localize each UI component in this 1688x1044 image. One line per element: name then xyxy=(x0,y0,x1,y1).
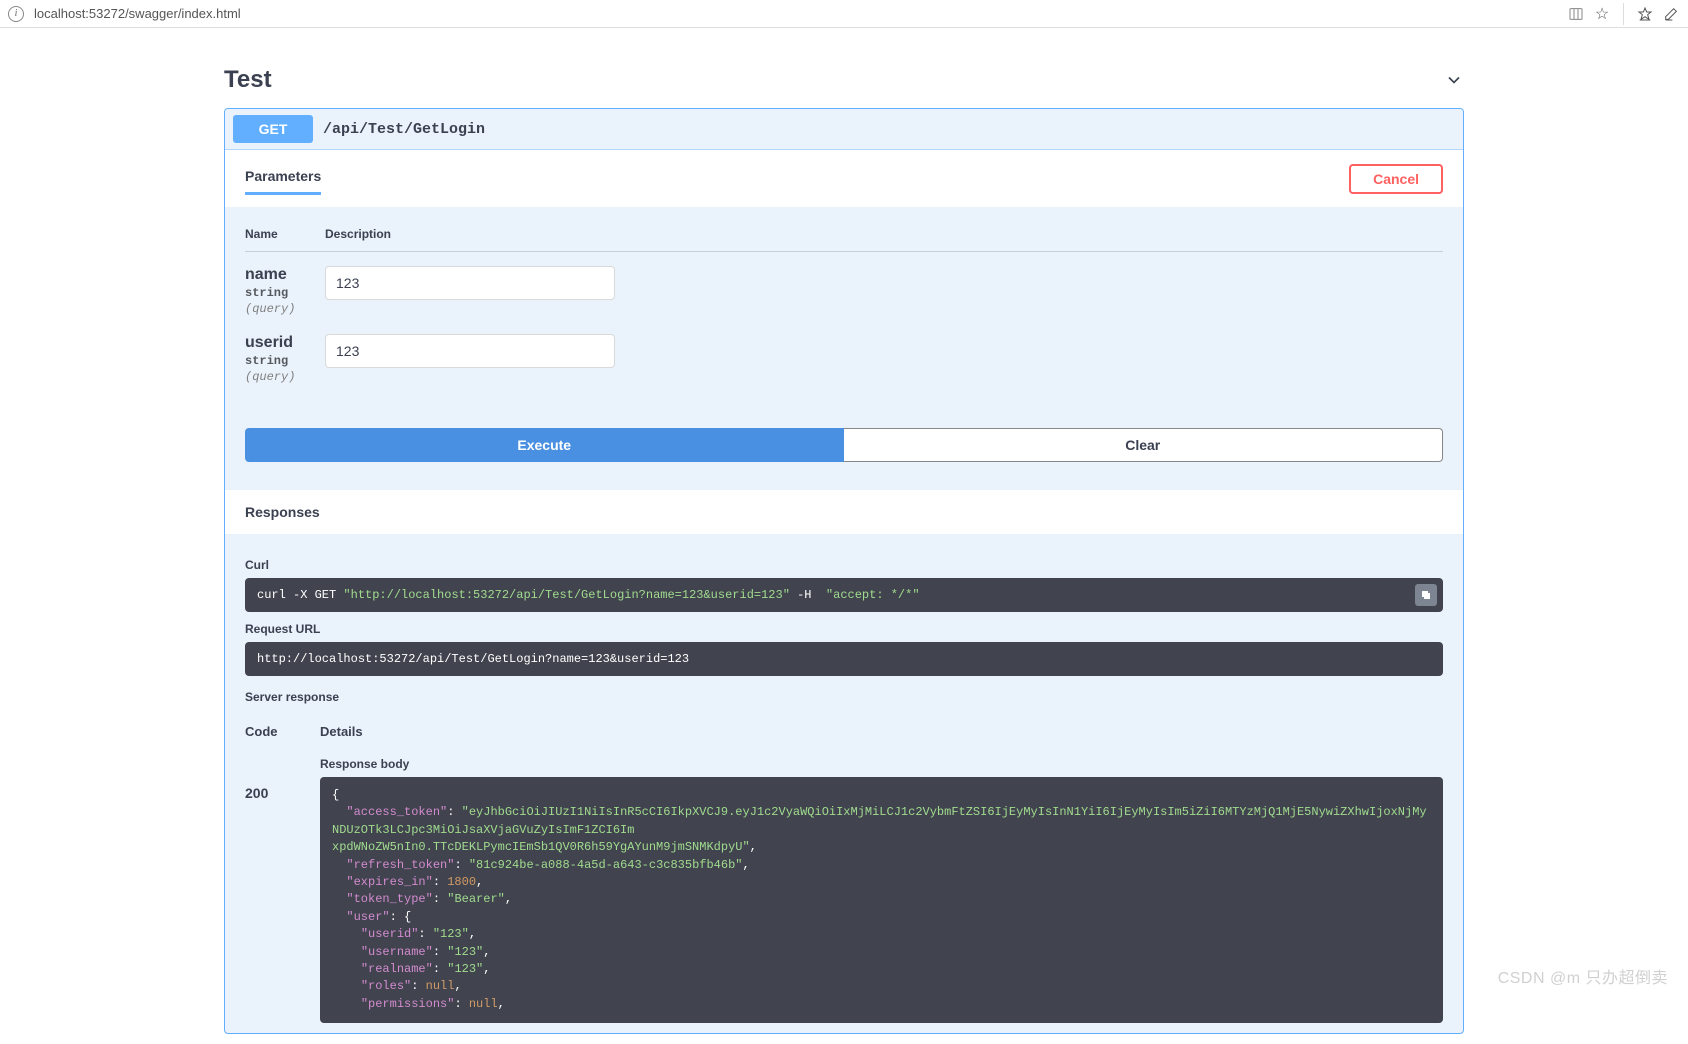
tag-title: Test xyxy=(224,66,272,94)
parameters-tab[interactable]: Parameters xyxy=(245,168,321,195)
param-name: userid xyxy=(245,334,325,352)
param-in: (query) xyxy=(245,302,325,316)
table-row: userid string (query) xyxy=(245,320,1443,388)
star-icon[interactable]: ☆ xyxy=(1593,5,1611,23)
col-desc-header: Description xyxy=(325,227,391,241)
favorites-icon[interactable] xyxy=(1636,5,1654,23)
json-username: 123 xyxy=(454,945,476,959)
param-name: name xyxy=(245,266,325,284)
watermark: CSDN @m 只办超倒卖 xyxy=(1498,964,1668,988)
parameters-header: Parameters Cancel xyxy=(225,150,1463,207)
json-expires: 1800 xyxy=(447,875,476,889)
param-type: string xyxy=(245,286,325,300)
url-input[interactable] xyxy=(30,4,1561,23)
param-input-userid[interactable] xyxy=(325,334,615,368)
request-url-block: http://localhost:53272/api/Test/GetLogin… xyxy=(245,642,1443,676)
code-header: Code xyxy=(245,724,320,739)
param-input-name[interactable] xyxy=(325,266,615,300)
parameters-table: Name Description name string (query) use… xyxy=(225,207,1463,408)
status-code: 200 xyxy=(245,757,320,801)
operation-path: /api/Test/GetLogin xyxy=(323,121,485,138)
details-header: Details xyxy=(320,724,363,739)
param-in: (query) xyxy=(245,370,325,384)
clear-button[interactable]: Clear xyxy=(844,428,1444,462)
execute-button[interactable]: Execute xyxy=(245,428,844,462)
response-row: 200 Response body { "access_token": "eyJ… xyxy=(245,747,1443,1033)
json-userid: 123 xyxy=(440,927,462,941)
param-type: string xyxy=(245,354,325,368)
json-roles: null xyxy=(426,979,455,993)
tag-header[interactable]: Test xyxy=(224,58,1464,108)
response-body-label: Response body xyxy=(320,757,1443,771)
method-badge: GET xyxy=(233,115,313,143)
chevron-down-icon[interactable] xyxy=(1444,70,1464,90)
server-response-label: Server response xyxy=(245,690,1443,704)
curl-url: "http://localhost:53272/api/Test/GetLogi… xyxy=(343,588,789,602)
col-name-header: Name xyxy=(245,227,325,241)
curl-accept: "accept: */*" xyxy=(826,588,920,602)
responses-header: Responses xyxy=(225,490,1463,534)
curl-cmd: curl -X GET xyxy=(257,588,343,602)
json-token-type: Bearer xyxy=(454,892,497,906)
curl-label: Curl xyxy=(245,558,1443,572)
curl-h-flag: -H xyxy=(790,588,826,602)
json-realname: 123 xyxy=(454,962,476,976)
browser-address-bar: i ☆ xyxy=(0,0,1688,28)
copy-icon[interactable] xyxy=(1415,584,1437,606)
json-permissions: null xyxy=(469,997,498,1011)
operation-summary[interactable]: GET /api/Test/GetLogin xyxy=(225,109,1463,149)
request-url-label: Request URL xyxy=(245,622,1443,636)
operation-block: GET /api/Test/GetLogin Parameters Cancel… xyxy=(224,108,1464,1034)
curl-block: curl -X GET "http://localhost:53272/api/… xyxy=(245,578,1443,612)
json-access-token: eyJhbGciOiJIUzI1NiIsInR5cCI6IkpXVCJ9.eyJ… xyxy=(332,805,1427,854)
json-refresh-token: 81c924be-a088-4a5d-a643-c3c835bfb46b xyxy=(476,858,735,872)
edit-icon[interactable] xyxy=(1662,5,1680,23)
cancel-button[interactable]: Cancel xyxy=(1349,164,1443,194)
table-row: name string (query) xyxy=(245,252,1443,320)
site-info-icon[interactable]: i xyxy=(8,6,24,22)
response-body-block: { "access_token": "eyJhbGciOiJIUzI1NiIsI… xyxy=(320,777,1443,1023)
reading-list-icon[interactable] xyxy=(1567,5,1585,23)
